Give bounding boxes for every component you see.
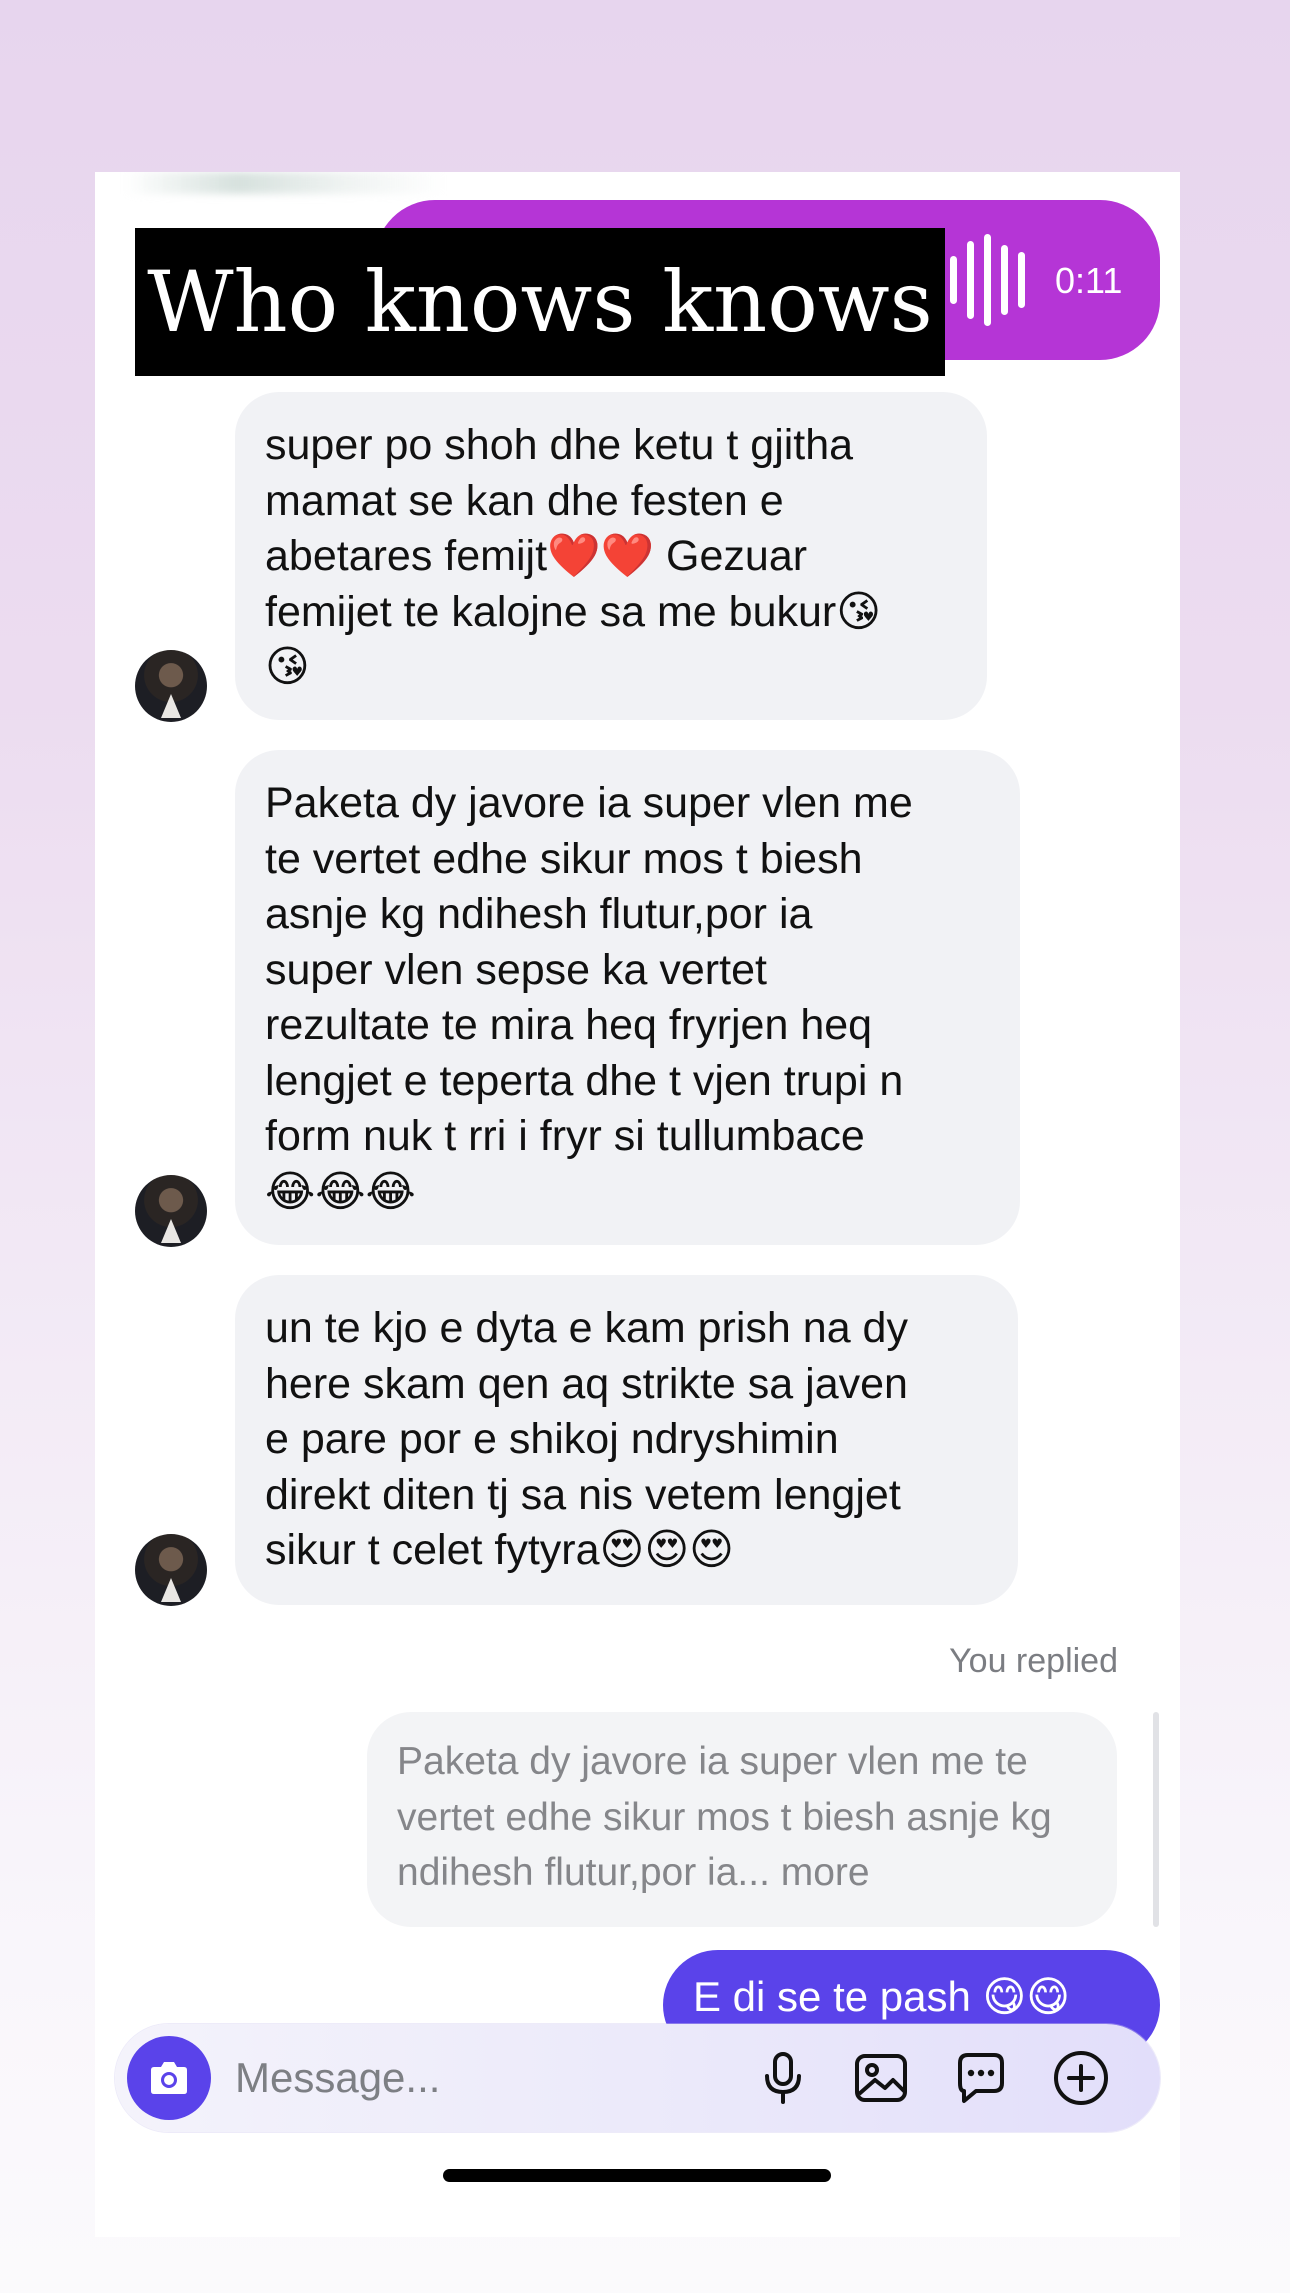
caption-text: Who knows knows <box>147 253 933 351</box>
microphone-icon[interactable] <box>751 2046 815 2110</box>
camera-button[interactable] <box>127 2036 211 2120</box>
audio-waveform-icon <box>950 234 1025 326</box>
replied-quote[interactable]: Paketa dy javore ia super vlen me te ver… <box>367 1712 1117 1927</box>
more-link[interactable]: more <box>781 1851 870 1894</box>
you-replied-label: You replied <box>949 1642 1118 1680</box>
sticker-chat-icon[interactable] <box>949 2046 1013 2110</box>
received-message[interactable]: un te kjo e dyta e kam prish na dy here … <box>235 1275 1018 1605</box>
sender-avatar[interactable] <box>135 1534 207 1606</box>
replied-quote-text: Paketa dy javore ia super vlen me te ver… <box>397 1740 1052 1894</box>
reply-indicator-bar <box>1153 1712 1159 1927</box>
message-composer <box>115 2024 1160 2132</box>
received-message[interactable]: super po shoh dhe ketu t gjitha mamat se… <box>235 392 987 720</box>
received-message[interactable]: Paketa dy javore ia super vlen me te ver… <box>235 750 1020 1245</box>
message-input[interactable] <box>235 2046 715 2110</box>
camera-icon <box>151 2062 187 2094</box>
caption-overlay: Who knows knows <box>135 228 945 376</box>
sender-avatar[interactable] <box>135 650 207 722</box>
sender-avatar[interactable] <box>135 1175 207 1247</box>
voice-duration: 0:11 <box>1055 260 1123 301</box>
chat-thread: 0:11 Who knows knows super po shoh dhe k… <box>95 172 1180 2237</box>
home-indicator <box>443 2169 831 2182</box>
add-icon[interactable] <box>1049 2046 1113 2110</box>
previous-message-shadow <box>125 172 445 194</box>
gallery-icon[interactable] <box>849 2046 913 2110</box>
